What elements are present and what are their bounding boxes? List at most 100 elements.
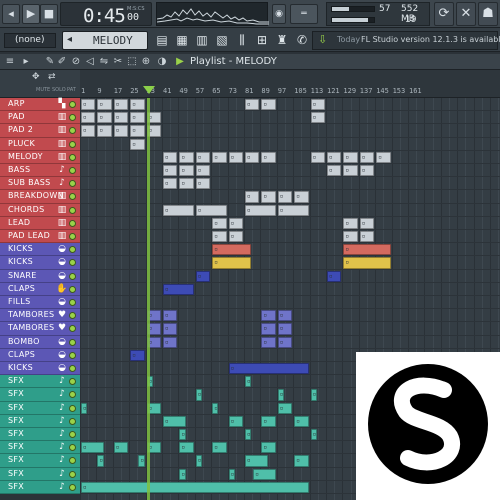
track-header[interactable]: KICKS ◒ — [0, 256, 80, 270]
track-header[interactable]: FILLS ◒ — [0, 296, 80, 310]
pattern-clip[interactable]: ▫ — [261, 336, 276, 348]
pattern-clip[interactable]: ▫ — [81, 112, 96, 124]
track-mute-led[interactable] — [69, 431, 76, 438]
mute-tool-icon[interactable]: ◁ — [84, 55, 96, 69]
pattern-clip[interactable]: ▫ — [310, 151, 325, 163]
track-header[interactable]: SFX ♪ — [0, 480, 80, 494]
track-mute-led[interactable] — [69, 259, 76, 267]
pattern-clip[interactable]: ▫ — [113, 112, 129, 124]
pattern-selector[interactable]: ◂ MELODY — [62, 31, 148, 50]
shuffle-icon[interactable]: ⇄ — [48, 72, 56, 82]
pattern-clip[interactable]: ▫ — [163, 336, 178, 348]
track-header[interactable]: LEAD ▥ — [0, 216, 80, 230]
track-header[interactable]: CHORDS ▥ — [0, 203, 80, 217]
pattern-clip[interactable]: ▫ — [376, 151, 391, 163]
pattern-clip[interactable]: ▫ — [253, 468, 276, 480]
track-header[interactable]: SUB BASS ♪ — [0, 177, 80, 191]
playhead-marker[interactable] — [143, 86, 155, 94]
ringer-icon[interactable]: ✆ — [294, 32, 310, 48]
pattern-clip[interactable]: ▫ — [261, 310, 276, 322]
track-mute-led[interactable] — [69, 312, 76, 320]
pattern-clip[interactable]: ▫ — [310, 429, 317, 441]
track-header[interactable]: PLUCK ▥ — [0, 137, 80, 151]
pattern-clip[interactable]: ▫ — [343, 257, 391, 269]
pattern-clip[interactable]: ▫ — [228, 468, 235, 480]
track-header[interactable]: SFX ♪ — [0, 375, 80, 389]
track-header[interactable]: KICKS ◒ — [0, 243, 80, 257]
pattern-clip[interactable]: ▫ — [212, 257, 252, 269]
pattern-clip[interactable]: ▫ — [130, 99, 145, 111]
pattern-clip[interactable]: ▫ — [261, 415, 276, 427]
track-mute-led[interactable] — [69, 153, 76, 161]
arrow-icon[interactable]: ▸ — [20, 55, 32, 69]
track-mute-led[interactable] — [69, 404, 76, 412]
pattern-clip[interactable]: ▫ — [212, 217, 227, 229]
select-tool-icon[interactable]: ⬚ — [126, 55, 138, 69]
pattern-icon[interactable]: ▧ — [214, 32, 230, 48]
mixer-icon[interactable]: ⫼ — [234, 32, 250, 48]
track-header[interactable]: CLAPS ◒ — [0, 348, 80, 362]
pattern-clip[interactable]: ▫ — [228, 415, 243, 427]
slice-tool-icon[interactable]: ✂ — [112, 55, 124, 69]
track-mute-led[interactable] — [69, 272, 76, 280]
pattern-clip[interactable]: ▫ — [343, 231, 358, 243]
browser-icon[interactable]: ♜ — [274, 32, 290, 48]
pattern-clip[interactable]: ▫ — [245, 204, 276, 216]
pattern-clip[interactable]: ▫ — [81, 125, 96, 137]
pattern-clip[interactable]: ▫ — [359, 165, 375, 177]
pattern-clip[interactable]: ▫ — [179, 429, 186, 441]
track-mute-led[interactable] — [69, 246, 76, 254]
track-header[interactable]: MELODY ▥ — [0, 150, 80, 164]
pattern-clip[interactable]: ▫ — [97, 99, 112, 111]
pattern-clip[interactable]: ▫ — [179, 165, 194, 177]
track-header[interactable]: PAD ▥ — [0, 111, 80, 125]
track-header[interactable]: SFX ♪ — [0, 441, 80, 455]
track-mute-led[interactable] — [69, 391, 76, 399]
track-mute-led[interactable] — [69, 299, 76, 306]
pattern-clip[interactable]: ▫ — [212, 231, 227, 243]
track-mute-led[interactable] — [69, 470, 76, 478]
pattern-clip[interactable]: ▫ — [179, 178, 194, 190]
pattern-clip[interactable]: ▫ — [261, 323, 276, 335]
track-mute-led[interactable] — [69, 193, 76, 201]
track-mute-led[interactable] — [69, 140, 76, 148]
piano-roll-icon[interactable]: ▦ — [174, 32, 190, 48]
pattern-clip[interactable]: ▫ — [163, 310, 178, 322]
pattern-clip[interactable]: ▫ — [97, 455, 104, 467]
track-mute-led[interactable] — [69, 365, 76, 372]
pattern-clip[interactable]: ▫ — [130, 112, 145, 124]
track-header[interactable]: BREAKDOWN ▥ — [0, 190, 80, 204]
pattern-clip[interactable]: ▫ — [310, 99, 325, 111]
pattern-clip[interactable]: ▫ — [113, 125, 129, 137]
playlist-play-icon[interactable]: ▶ — [174, 55, 186, 69]
pattern-clip[interactable]: ▫ — [113, 442, 129, 454]
pattern-clip[interactable]: ▫ — [343, 165, 358, 177]
pattern-clip[interactable]: ▫ — [113, 99, 129, 111]
master-pitch-knob[interactable]: ◉ — [272, 4, 286, 24]
track-mute-led[interactable] — [69, 351, 76, 359]
pattern-clip[interactable]: ▫ — [228, 231, 243, 243]
track-mute-led[interactable] — [69, 206, 76, 214]
bars-icon[interactable]: ≡ — [4, 55, 16, 69]
time-display[interactable]: 0:45 00 M:S:CS — [60, 2, 152, 27]
pattern-clip[interactable]: ▫ — [277, 402, 293, 414]
track-mute-led[interactable] — [69, 457, 76, 465]
track-mute-led[interactable] — [69, 219, 76, 227]
pattern-clip[interactable]: ▫ — [261, 191, 276, 203]
pattern-clip[interactable]: ▫ — [359, 231, 375, 243]
move-icon[interactable]: ✥ — [32, 72, 40, 82]
track-mute-led[interactable] — [69, 285, 76, 293]
pattern-clip[interactable]: ▫ — [195, 389, 202, 401]
track-header[interactable]: KICKS ◒ — [0, 362, 80, 376]
track-header[interactable]: BOMBO ◒ — [0, 335, 80, 349]
playback-tool-icon[interactable]: ◑ — [156, 55, 168, 69]
pattern-clip[interactable]: ▫ — [179, 442, 194, 454]
pattern-clip[interactable]: ▫ — [212, 244, 252, 256]
pattern-clip[interactable]: ▫ — [130, 138, 145, 150]
pattern-clip[interactable]: ▫ — [195, 270, 211, 282]
track-header[interactable]: SFX ♪ — [0, 401, 80, 415]
track-header[interactable]: BASS ♪ — [0, 164, 80, 178]
pattern-clip[interactable]: ▫ — [327, 165, 342, 177]
pattern-clip[interactable]: ▫ — [245, 455, 268, 467]
pattern-clip[interactable]: ▫ — [245, 151, 260, 163]
